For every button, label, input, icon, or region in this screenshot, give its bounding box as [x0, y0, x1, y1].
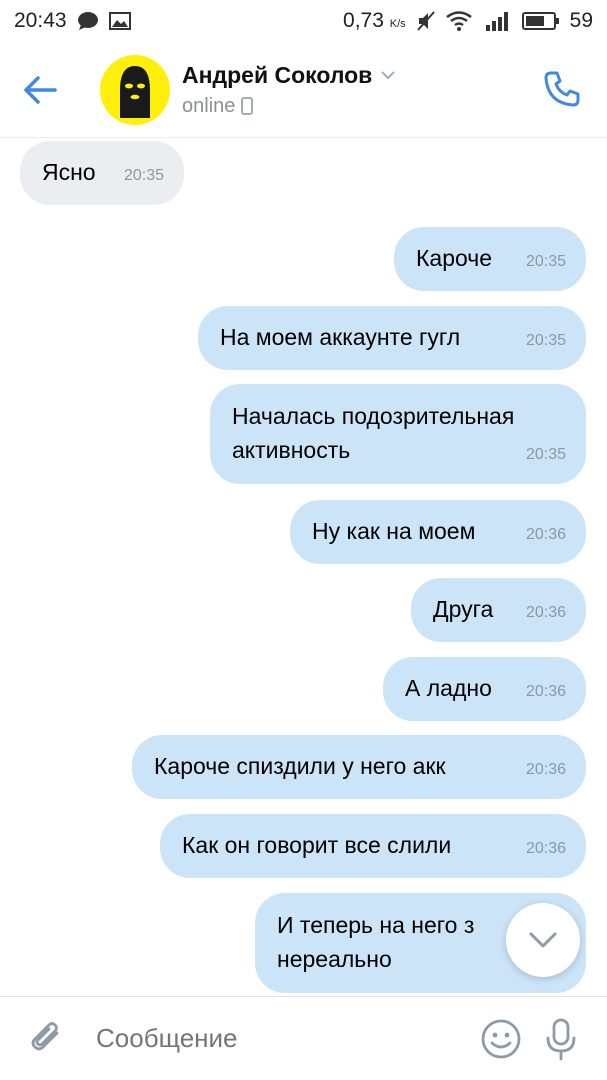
call-button[interactable]: [539, 66, 585, 112]
back-arrow-icon: [24, 75, 57, 104]
message-bubble[interactable]: Началась подозрительная активность 20:35: [210, 384, 586, 484]
contact-info[interactable]: Андрей Соколов online: [182, 62, 396, 118]
message-bubble[interactable]: Ясно 20:35: [20, 141, 184, 205]
battery-icon: [521, 11, 560, 31]
avatar[interactable]: [100, 54, 170, 125]
status-time: 20:43: [14, 9, 67, 32]
paperclip-icon: [31, 1021, 59, 1050]
message-bubble[interactable]: На моем аккаунте гугл 20:35: [198, 306, 586, 370]
contact-status: online: [182, 95, 396, 118]
phone-icon: [241, 97, 254, 115]
emoji-button[interactable]: [471, 1018, 531, 1060]
message-bubble[interactable]: Кароче 20:35: [394, 227, 586, 291]
message-list[interactable]: Ясно 20:35 Кароче 20:35 На моем аккаунте…: [0, 138, 607, 996]
chevron-down-icon: [529, 932, 557, 948]
back-button[interactable]: [0, 42, 80, 138]
scroll-down-button[interactable]: [506, 903, 580, 977]
chat-header: Андрей Соколов online: [0, 42, 607, 138]
microphone-button[interactable]: [531, 1017, 591, 1061]
contact-name: Андрей Соколов: [182, 62, 396, 89]
message-bubble[interactable]: Ну как на моем 20:36: [290, 500, 586, 564]
status-bar: 20:43 0,73 K/s 59: [0, 0, 607, 42]
message-bubble[interactable]: А ладно 20:36: [383, 657, 586, 721]
network-speed: 0,73 K/s: [343, 9, 406, 32]
emoji-icon: [481, 1019, 521, 1058]
chevron-down-icon: [381, 71, 396, 80]
message-bubble[interactable]: Как он говорит все слили 20:36: [160, 814, 586, 878]
message-input[interactable]: [82, 1023, 471, 1054]
chat-notification-icon: [77, 11, 99, 31]
signal-icon: [482, 10, 512, 32]
message-input-bar: [0, 996, 607, 1080]
attach-button[interactable]: [12, 1019, 82, 1059]
message-bubble[interactable]: Кароче спиздили у него акк 20:36: [132, 735, 586, 799]
wifi-icon: [445, 11, 472, 31]
image-notification-icon: [108, 12, 131, 30]
battery-level: 59: [569, 9, 593, 32]
microphone-icon: [546, 1018, 576, 1060]
message-bubble[interactable]: Друга 20:36: [411, 578, 586, 642]
call-icon: [544, 71, 580, 107]
mute-icon: [416, 10, 436, 32]
